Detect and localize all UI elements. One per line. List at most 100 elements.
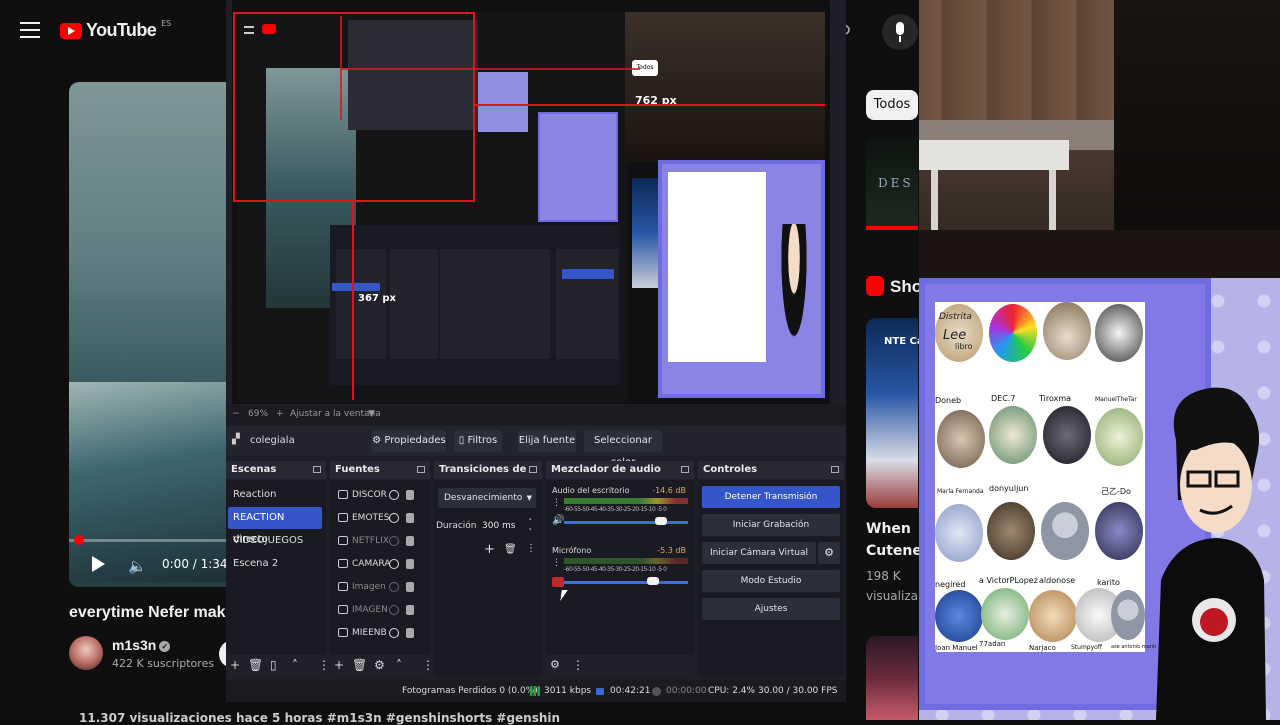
channel-name[interactable]: m1s3n ✓ <box>112 637 171 653</box>
lock-icon[interactable] <box>406 605 414 615</box>
visibility-eye-icon[interactable] <box>389 490 399 500</box>
short-title[interactable]: When Cuteness <box>866 518 920 562</box>
settings-button[interactable]: Ajustes <box>702 598 840 620</box>
undock-icon[interactable] <box>417 466 425 473</box>
voice-search-mic-icon[interactable] <box>882 14 918 50</box>
zoom-out-icon[interactable]: − <box>232 409 240 419</box>
lock-icon[interactable] <box>406 536 414 546</box>
spin-down-icon[interactable]: ˅ <box>529 522 533 542</box>
lock-icon[interactable] <box>406 582 414 592</box>
add-icon[interactable]: + <box>484 542 495 557</box>
stop-stream-button[interactable]: Detener Transmisión <box>702 486 840 508</box>
scene-item[interactable]: Reaction <box>228 484 322 506</box>
source-item[interactable]: EMOTES <box>332 507 420 529</box>
play-icon[interactable] <box>92 556 105 572</box>
trash-icon[interactable]: 🗑 <box>352 658 367 672</box>
source-item[interactable]: DISCOR <box>332 484 420 506</box>
visibility-eye-icon[interactable] <box>389 628 399 638</box>
more-icon[interactable]: ⋮ <box>318 658 330 672</box>
undock-icon[interactable] <box>831 466 839 473</box>
virtual-camera-settings-gear-icon[interactable]: ⚙ <box>818 542 840 564</box>
youtube-logo[interactable]: YouTube ES <box>60 19 171 41</box>
emote-name: 77adan <box>979 640 1006 648</box>
lock-icon[interactable] <box>406 490 414 500</box>
transform-guide-line <box>340 68 640 70</box>
scene-item[interactable]: VIDEOJUEGOS <box>228 530 322 552</box>
lock-icon[interactable] <box>406 513 414 523</box>
more-icon[interactable]: ⋮ <box>572 658 584 672</box>
undock-icon[interactable] <box>681 466 689 473</box>
undock-icon[interactable] <box>529 466 537 473</box>
visibility-eye-icon[interactable] <box>389 513 399 523</box>
properties-label: Propiedades <box>384 435 446 446</box>
source-type-icon <box>338 628 348 637</box>
studio-mode-button[interactable]: Modo Estudio <box>702 570 840 592</box>
nested-dock <box>556 249 618 359</box>
add-icon[interactable]: + <box>230 658 240 672</box>
gear-icon[interactable]: ⚙ <box>374 658 385 672</box>
hidden-eye-icon[interactable] <box>389 582 399 592</box>
channel-avatar[interactable] <box>69 636 103 670</box>
add-icon[interactable]: + <box>334 658 344 672</box>
related-video-thumbnail[interactable]: DES <box>866 138 918 230</box>
menu-icon[interactable] <box>20 22 40 38</box>
more-icon[interactable]: ⋮ <box>526 543 536 554</box>
gear-icon[interactable]: ⚙ <box>550 658 560 671</box>
emote-avatar: Distrita Lee libro <box>935 304 983 362</box>
volume-slider[interactable] <box>564 581 688 584</box>
volume-icon[interactable]: 🔈 <box>128 557 147 575</box>
short-thumbnail[interactable]: NTE Cat v <box>866 318 938 508</box>
source-item[interactable]: NETFLIX <box>332 530 420 552</box>
filters-button[interactable]: ▯ Filtros <box>454 430 502 452</box>
trash-icon[interactable]: 🗑 <box>504 544 517 555</box>
filter-chip-todos[interactable]: Todos <box>866 90 918 120</box>
start-virtual-camera-button[interactable]: Iniciar Cámara Virtual <box>702 542 816 564</box>
lock-icon[interactable] <box>406 559 414 569</box>
source-item[interactable]: CAMARA <box>332 553 420 575</box>
more-icon[interactable]: ⋮ <box>552 498 561 508</box>
filter-icon[interactable]: ▯ <box>270 658 277 672</box>
scene-item-active[interactable]: REACTION directo <box>228 507 322 545</box>
sign-text: libro <box>955 342 973 351</box>
volume-slider[interactable] <box>564 521 688 524</box>
source-item[interactable]: Imagen <box>332 576 420 598</box>
scene-item[interactable]: Escena 2 <box>228 553 322 575</box>
speaker-icon[interactable]: 🔊 <box>552 515 564 526</box>
source-item[interactable]: MIEENB <box>332 622 420 644</box>
more-icon[interactable]: ⋮ <box>552 558 561 568</box>
volume-slider-handle[interactable] <box>654 517 667 525</box>
move-up-icon[interactable]: ˄ <box>396 658 402 672</box>
start-recording-button[interactable]: Iniciar Grabación <box>702 514 840 536</box>
hidden-eye-icon[interactable] <box>389 605 399 615</box>
properties-button[interactable]: ⚙ Propiedades <box>372 430 446 452</box>
source-item[interactable]: IMAGEN <box>332 599 420 621</box>
trash-icon[interactable]: 🗑 <box>248 658 263 672</box>
short-thumbnail-2[interactable] <box>866 636 918 720</box>
zoom-in-icon[interactable]: + <box>276 409 284 419</box>
choose-source-button[interactable]: Elija fuente <box>518 430 576 452</box>
emote-name: Doneb <box>935 396 962 405</box>
duration-spinbox[interactable]: 300 ms ˄ ˅ <box>480 516 536 536</box>
pick-color-button[interactable]: Seleccionar color <box>584 430 662 468</box>
zoom-dropdown-icon[interactable]: ▼ <box>368 409 375 419</box>
more-icon[interactable]: ⋮ <box>422 658 434 672</box>
emote-avatar <box>989 406 1037 464</box>
lock-icon[interactable] <box>406 628 414 638</box>
cam-floor <box>919 230 1280 278</box>
emote-name: Tiroxma <box>1039 394 1072 403</box>
emote-avatar <box>1043 302 1091 360</box>
undock-icon[interactable] <box>313 466 321 473</box>
hidden-eye-icon[interactable] <box>389 536 399 546</box>
mute-icon[interactable] <box>552 577 564 587</box>
video-progress-bar[interactable] <box>69 539 229 542</box>
volume-slider-handle[interactable] <box>647 577 660 585</box>
meter-ticks: -60-55-50-45-40-35-30-25-20-15-10 -5 0 <box>564 566 667 573</box>
progress-scrubber[interactable] <box>73 535 84 545</box>
move-up-icon[interactable]: ˄ <box>292 658 298 672</box>
video-player[interactable] <box>69 82 239 587</box>
visibility-eye-icon[interactable] <box>389 559 399 569</box>
transition-select[interactable]: Desvanecimiento ▼ <box>438 488 536 508</box>
emote-avatar <box>981 588 1029 640</box>
emote-name: karito <box>1097 578 1120 587</box>
filters-label: Filtros <box>467 435 498 446</box>
